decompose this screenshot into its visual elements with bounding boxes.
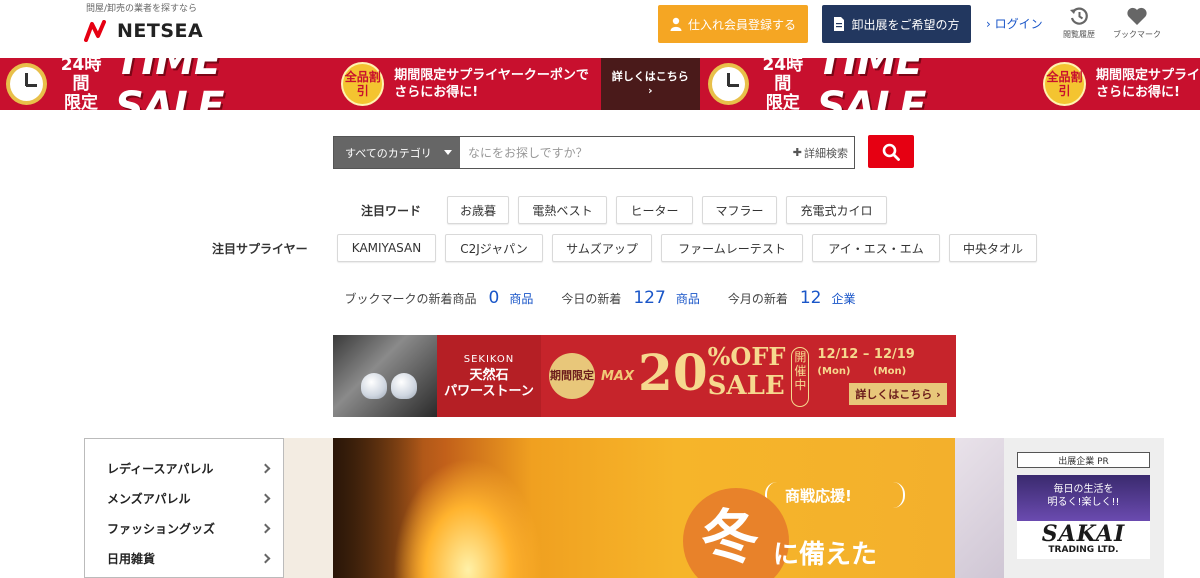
logo-text: NETSEA — [117, 20, 204, 42]
promo-dates: 12/12 – 12/19 (Mon) (Mon) — [817, 347, 915, 377]
alarm-clock-icon — [707, 63, 749, 105]
sakai-logo: SAKAI — [1041, 521, 1126, 547]
supplier-chip[interactable]: C2Jジャパン — [445, 234, 543, 262]
search-bar: すべてのカテゴリ ✚ 詳細検索 — [333, 136, 855, 169]
bookmark-button[interactable]: ブックマーク — [1112, 6, 1162, 46]
chevron-right-icon — [260, 493, 271, 503]
category-select-label: すべてのカテゴリ — [345, 146, 432, 160]
advanced-search-link[interactable]: ✚ 詳細検索 — [793, 137, 854, 168]
chevron-right-icon: › — [986, 17, 991, 31]
keyword-chip[interactable]: お歳暮 — [447, 196, 509, 224]
history-icon — [1070, 7, 1088, 25]
category-item[interactable]: 日用雑貨 — [85, 543, 283, 573]
login-link[interactable]: › ログイン — [986, 15, 1043, 32]
bookmark-new-count[interactable]: 0 — [489, 288, 500, 308]
sale-detail-link[interactable]: 詳しくはこちら › — [600, 58, 700, 110]
supplier-chip[interactable]: 中央タオル — [949, 234, 1037, 262]
time-sale-banner[interactable]: 24時間 限定 TIME SALE 全品割引 期間限定サプライヤークーポンで さ… — [0, 58, 1200, 110]
earring-image — [333, 335, 437, 417]
heart-earring — [391, 373, 417, 399]
keyword-chip[interactable]: マフラー — [702, 196, 777, 224]
chevron-right-icon — [260, 523, 271, 533]
category-select[interactable]: すべてのカテゴリ — [334, 137, 460, 168]
chevron-right-icon — [260, 463, 271, 473]
sale-hours: 24時間 限定 — [60, 58, 102, 110]
exhibitor-pr: 出展企業 PR 毎日の生活を 明るく!楽しく!! SAKAI TRADING L… — [1004, 438, 1164, 578]
category-item[interactable]: メンズアパレル — [85, 483, 283, 513]
suppliers-label: 注目サプライヤー — [212, 242, 308, 256]
history-label: 閲覧履歴 — [1063, 30, 1095, 39]
today-new-label: 今日の新着 — [561, 292, 622, 306]
hero-subtitle: 商戦応援! — [785, 487, 852, 505]
month-new-count[interactable]: 12 — [800, 288, 822, 308]
exhibit-button[interactable]: 卸出展をご希望の方 — [822, 5, 971, 43]
search-input[interactable] — [460, 137, 793, 168]
promo-percent: 20 — [638, 343, 708, 402]
category-item[interactable]: ファッショングッズ — [85, 513, 283, 543]
sekikon-sale-banner[interactable]: SEKIKON 天然石 パワーストーン 期間限定 MAX 20 %OFF SAL… — [333, 335, 956, 417]
month-new-unit[interactable]: 企業 — [831, 290, 855, 307]
pr-label: 出展企業 PR — [1017, 452, 1150, 468]
keywords-label: 注目ワード — [361, 204, 422, 218]
pr-company: TRADING LTD. — [1048, 545, 1119, 555]
heart-earring — [361, 373, 387, 399]
plus-icon: ✚ — [792, 146, 802, 159]
caret-down-icon — [444, 150, 452, 155]
time-sale-title: TIME SALE — [115, 58, 225, 110]
login-link-label: ログイン — [994, 17, 1043, 31]
sale-hours: 24時間 限定 — [762, 58, 804, 110]
keyword-chip[interactable]: 充電式カイロ — [786, 196, 887, 224]
new-arrivals-counts: ブックマークの新着商品 0 商品 今日の新着 127 商品 今月の新着 12 企… — [0, 288, 1200, 308]
bookmark-label: ブックマーク — [1113, 30, 1161, 39]
today-new-unit[interactable]: 商品 — [676, 290, 700, 307]
bookmark-new-unit[interactable]: 商品 — [509, 290, 533, 307]
chevron-right-icon — [260, 553, 271, 563]
category-item[interactable]: レディースアパレル — [85, 453, 283, 483]
netsea-logo-icon — [84, 20, 106, 42]
carousel-next-slide[interactable] — [955, 438, 1005, 578]
promo-detail-button[interactable]: 詳しくはこちら › — [849, 383, 947, 405]
site-tagline: 問屋/卸売の業者を探すなら — [86, 4, 198, 14]
pr-ad-banner[interactable]: 毎日の生活を 明るく!楽しく!! SAKAI TRADING LTD. — [1017, 475, 1150, 559]
coupon-text: 期間限定サプライ さらにお得に! — [1095, 68, 1200, 100]
kaisai-label: 開催中 — [791, 347, 810, 407]
user-icon — [670, 17, 682, 31]
carousel-prev-slide[interactable] — [284, 438, 334, 578]
advanced-search-label: 詳細検索 — [804, 146, 848, 160]
heart-icon — [1127, 7, 1147, 26]
time-sale-unit: 24時間 限定 TIME SALE 全品割引 期間限定サプライヤークーポンで さ… — [0, 58, 1200, 110]
promo-max: MAX — [601, 369, 635, 384]
supplier-chip[interactable]: KAMIYASAN — [337, 234, 436, 262]
promo-off: %OFF SALE — [707, 342, 786, 402]
period-badge: 期間限定 — [549, 353, 595, 399]
supplier-chip[interactable]: アイ・エス・エム — [812, 234, 940, 262]
document-icon — [834, 17, 845, 31]
today-new-count[interactable]: 127 — [633, 288, 665, 308]
site-header: 問屋/卸売の業者を探すなら NETSEA 仕入れ会員登録する 卸出展をご希望の方… — [0, 0, 1200, 58]
netsea-logo[interactable]: NETSEA — [84, 20, 203, 42]
keyword-chip[interactable]: ヒーター — [616, 196, 693, 224]
hero-title-suffix: に備えた — [773, 540, 878, 570]
hero-title: 冬 — [701, 503, 760, 571]
month-new-label: 今月の新着 — [727, 292, 788, 306]
supplier-chip[interactable]: ファームレーテスト — [661, 234, 803, 262]
promo-brand: SEKIKON 天然石 パワーストーン — [437, 335, 541, 417]
keyword-chip[interactable]: 電熱ベスト — [518, 196, 607, 224]
hero-carousel-slide[interactable]: 商戦応援! 冬 に備えた — [333, 438, 955, 578]
all-discount-badge: 全品割引 — [341, 62, 385, 106]
coupon-text: 期間限定サプライヤークーポンで さらにお得に! — [394, 68, 589, 100]
history-button[interactable]: 閲覧履歴 — [1054, 6, 1104, 46]
alarm-clock-icon — [6, 63, 48, 105]
all-discount-badge: 全品割引 — [1043, 62, 1086, 106]
search-icon — [882, 143, 900, 161]
supplier-chip[interactable]: サムズアップ — [552, 234, 652, 262]
register-button[interactable]: 仕入れ会員登録する — [658, 5, 808, 43]
category-menu: レディースアパレル メンズアパレル ファッショングッズ 日用雑貨 — [84, 438, 284, 578]
register-button-label: 仕入れ会員登録する — [687, 17, 796, 32]
time-sale-title: TIME SALE — [816, 58, 927, 110]
fire-image — [393, 458, 543, 578]
search-button[interactable] — [868, 135, 914, 168]
bookmark-new-label: ブックマークの新着商品 — [344, 292, 477, 306]
exhibit-button-label: 卸出展をご希望の方 — [851, 17, 960, 32]
